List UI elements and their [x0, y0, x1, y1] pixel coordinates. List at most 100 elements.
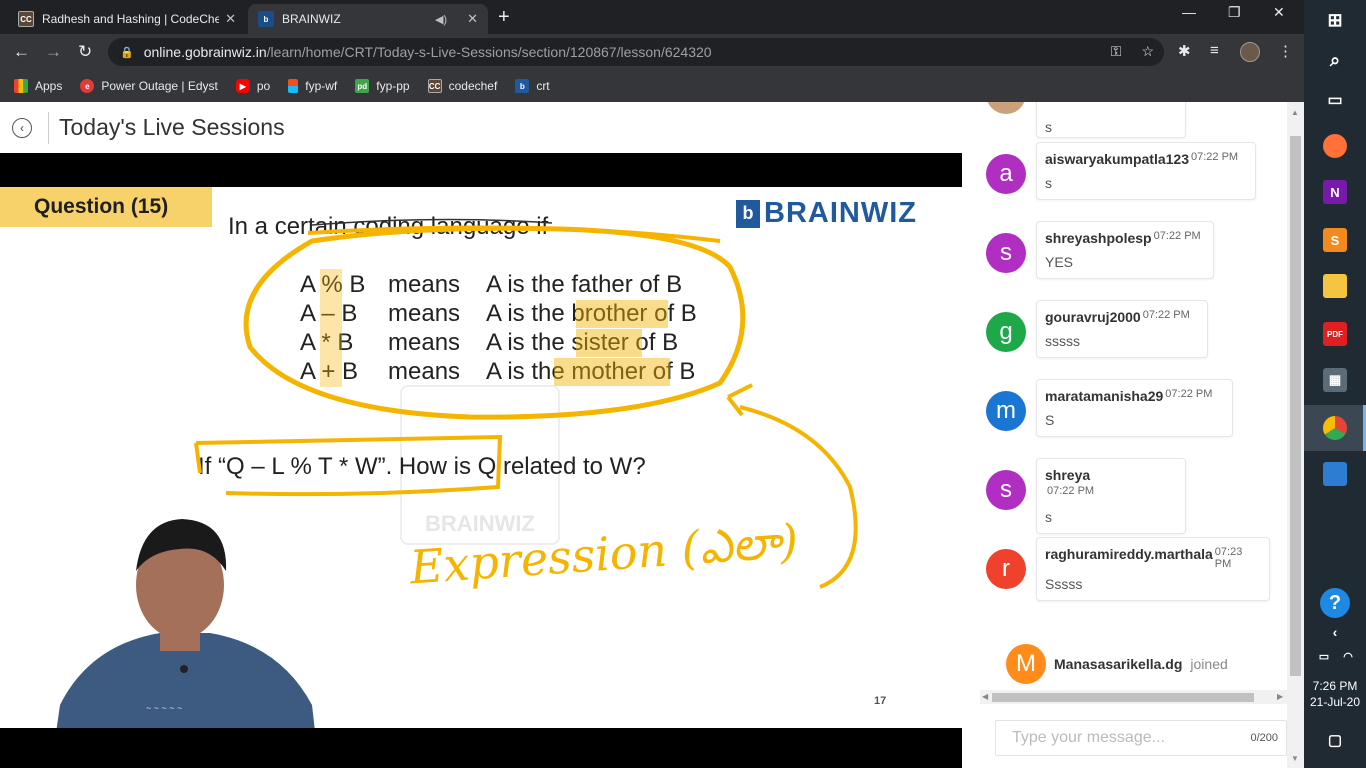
star-icon[interactable]: ☆ [1141, 43, 1154, 60]
youtube-icon: ▶ [235, 79, 250, 93]
chat-input-box[interactable]: 0/200 [995, 720, 1287, 756]
restore-button[interactable]: ❐ [1228, 4, 1241, 21]
video-player[interactable]: Question (15) In a certain coding langua… [0, 153, 962, 768]
photos-icon[interactable] [1323, 462, 1347, 486]
user-avatar: s [986, 233, 1026, 273]
sublime-text-icon[interactable]: S [1323, 228, 1347, 252]
bookmark-fyp-pp[interactable]: pd fyp-pp [355, 79, 410, 93]
bookmark-fyp-wf[interactable]: fyp-wf [288, 79, 337, 93]
calculator-icon[interactable]: ▦ [1323, 368, 1347, 392]
extensions-puzzle-icon[interactable]: ✱ [1178, 42, 1191, 60]
task-view-icon[interactable]: ▭ [1323, 88, 1347, 112]
scroll-up-icon[interactable]: ▲ [1291, 108, 1299, 117]
chrome-icon[interactable] [1323, 416, 1347, 440]
scroll-left-icon[interactable]: ◀ [982, 692, 988, 701]
scroll-down-icon[interactable]: ▼ [1291, 754, 1299, 763]
file-explorer-icon[interactable] [1323, 274, 1347, 298]
timestamp: 07:22 PM [1047, 485, 1095, 497]
tab-brainwiz[interactable]: b BRAINWIZ ◀) ✕ [248, 4, 488, 34]
brainwiz-icon: b [515, 79, 530, 93]
brainwiz-favicon-icon: b [258, 11, 274, 27]
search-icon[interactable]: ⌕ [1323, 48, 1347, 72]
chat-horizontal-scrollbar[interactable]: ◀ ▶ [980, 690, 1287, 704]
wifi-icon[interactable]: ◠ [1336, 644, 1360, 668]
tab-title: Radhesh and Hashing | CodeChef [42, 12, 220, 26]
windows-start-icon[interactable]: ⊞ [1323, 8, 1347, 32]
tab-title: BRAINWIZ [282, 12, 341, 26]
pdf-reader-icon[interactable]: PDF [1323, 322, 1347, 346]
message-input[interactable] [1012, 729, 1242, 747]
system-clock[interactable]: 7:26 PM 21-Jul-20 [1304, 678, 1366, 710]
logo-text: BRAINWIZ [764, 197, 917, 229]
rule-row: A + B means A is the mother of B [300, 358, 696, 385]
user-avatar: M [1006, 644, 1046, 684]
user-avatar [986, 102, 1026, 114]
scroll-right-icon[interactable]: ▶ [1277, 692, 1283, 701]
timestamp: 07:22 PM [1165, 388, 1213, 400]
timestamp: 07:22 PM [1153, 230, 1201, 242]
speaker-icon[interactable]: ◀) [435, 13, 447, 26]
chat-messages[interactable]: s a aiswaryakumpatla123 07:22 PM s s shr… [962, 102, 1287, 690]
onenote-icon[interactable]: N [1323, 180, 1347, 204]
minimize-button[interactable]: — [1182, 4, 1196, 20]
address-bar[interactable]: 🔒 online.gobrainwiz.in/learn/home/CRT/To… [108, 38, 1164, 66]
forward-arrow-icon[interactable]: → [45, 42, 62, 62]
timestamp: 07:23 PM [1214, 546, 1243, 570]
windows-taskbar: ⊞ ⌕ ▭ N S PDF ▦ ? ‹ ▭ ◠ 7:26 PM 21-Jul-2… [1304, 0, 1366, 768]
chevron-left-icon[interactable]: ‹ [1323, 620, 1347, 644]
message-text: s [1045, 509, 1052, 525]
codechef-favicon-icon: CC [18, 11, 34, 27]
chat-vertical-scrollbar[interactable]: ▲ ▼ [1287, 102, 1304, 768]
message-text: s [1045, 119, 1052, 135]
page-header: ‹ Today's Live Sessions [0, 102, 962, 153]
message-text: S [1045, 412, 1055, 428]
profile-avatar[interactable] [1240, 42, 1260, 62]
back-circle-icon[interactable]: ‹ [12, 117, 32, 138]
question-intro: In a certain coding language if [228, 213, 549, 240]
key-icon[interactable]: ⚿ [1111, 43, 1122, 60]
scrollbar-thumb[interactable] [1290, 136, 1301, 676]
user-avatar: g [986, 312, 1026, 352]
clock-date: 21-Jul-20 [1309, 695, 1361, 709]
brainwiz-logo: b BRAINWIZ [736, 197, 917, 230]
bookmark-crt[interactable]: b crt [515, 79, 550, 93]
rule-row: A % B means A is the father of B [300, 271, 683, 298]
reload-icon[interactable]: ↻ [78, 42, 92, 62]
message-text: sssss [1045, 333, 1080, 349]
battery-icon[interactable]: ▭ [1312, 644, 1336, 668]
message-bubble: s [1036, 102, 1186, 138]
tab-codechef[interactable]: CC Radhesh and Hashing | CodeChef ✕ [8, 4, 246, 34]
character-count: 0/200 [1250, 732, 1278, 744]
message-bubble: raghuramireddy.marthala 07:23 PM Sssss [1036, 537, 1270, 601]
notification-center-icon[interactable]: ▢ [1323, 728, 1347, 752]
new-tab-button[interactable]: + [498, 6, 510, 29]
lock-icon: 🔒 [120, 46, 134, 59]
close-tab-icon[interactable]: ✕ [467, 11, 478, 27]
user-avatar: s [986, 470, 1026, 510]
url-host: online.gobrainwiz.in [143, 44, 267, 60]
bookmark-po[interactable]: ▶ po [235, 79, 270, 93]
join-status: joined [1190, 656, 1228, 672]
bookmark-apps[interactable]: Apps [14, 79, 62, 93]
media-control-icon[interactable]: ≡ [1210, 42, 1219, 59]
scrollbar-thumb[interactable] [992, 693, 1254, 702]
close-window-button[interactable]: ✕ [1273, 4, 1285, 21]
svg-text:~ ~ ~ ~ ~: ~ ~ ~ ~ ~ [146, 703, 182, 713]
firefox-icon[interactable] [1323, 134, 1347, 158]
bookmark-codechef[interactable]: CC codechef [427, 79, 497, 93]
chat-panel: s a aiswaryakumpatla123 07:22 PM s s shr… [962, 102, 1304, 768]
message-bubble: aiswaryakumpatla123 07:22 PM s [1036, 142, 1256, 200]
user-avatar: r [986, 549, 1026, 589]
close-tab-icon[interactable]: ✕ [225, 11, 236, 27]
timestamp: 07:22 PM [1142, 309, 1190, 321]
header-divider [48, 111, 49, 144]
kebab-menu-icon[interactable]: ⋮ [1278, 42, 1293, 60]
browser-toolbar: ← → ↻ 🔒 online.gobrainwiz.in/learn/home/… [0, 34, 1304, 70]
apps-grid-icon [14, 79, 28, 93]
bookmark-edyst[interactable]: e Power Outage | Edyst [80, 79, 218, 93]
tab-bar: CC Radhesh and Hashing | CodeChef ✕ b BR… [0, 0, 1304, 34]
back-arrow-icon[interactable]: ← [13, 42, 30, 62]
help-icon[interactable]: ? [1320, 588, 1350, 618]
page-title: Today's Live Sessions [59, 114, 285, 140]
edyst-icon: e [80, 79, 95, 93]
